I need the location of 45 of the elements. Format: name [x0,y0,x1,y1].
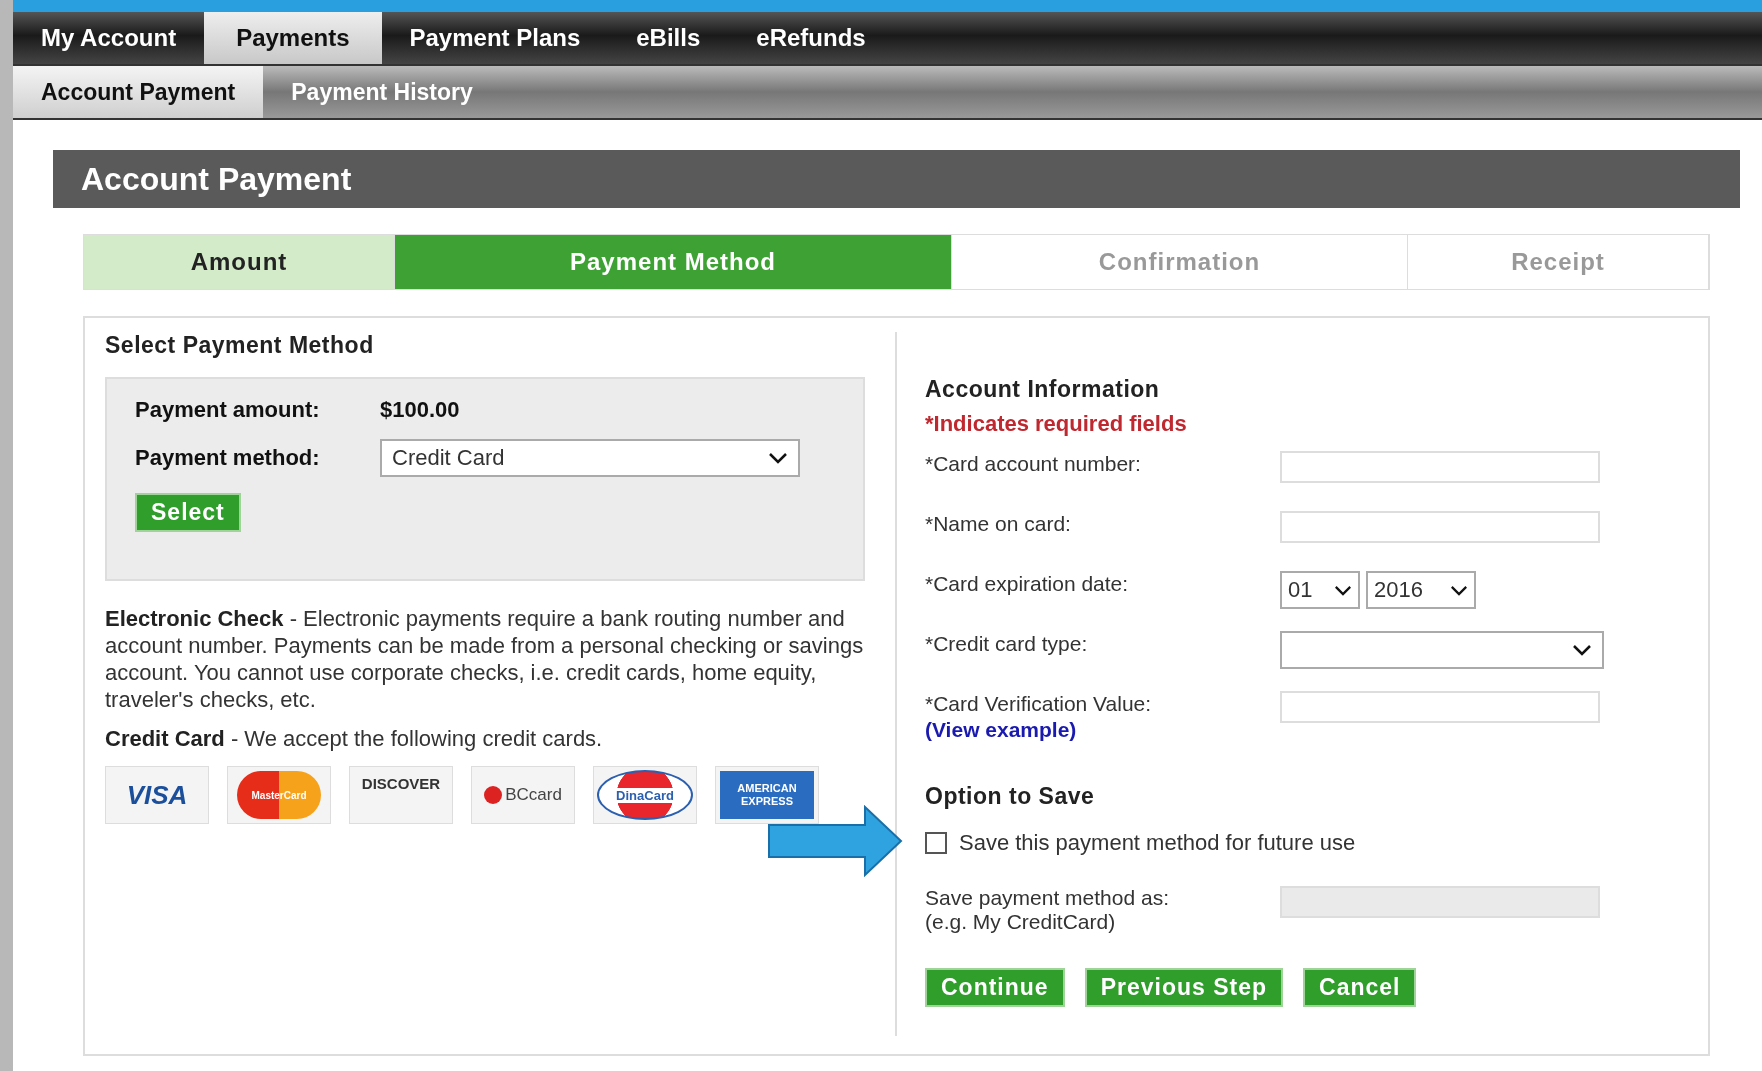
save-checkbox[interactable] [925,832,947,854]
section-title: Account Information [925,376,1161,403]
page-title: Account Payment [81,160,352,198]
card-logo: BCcard [471,766,575,824]
section-title: Option to Save [925,783,1096,810]
field-hint: (e.g. My CreditCard) [925,910,1117,934]
arrow-icon [767,805,903,877]
card-logo: AMERICAN EXPRESS [715,766,819,824]
card-logo: DinaCard [593,766,697,824]
amount-value: $100.00 [380,397,460,423]
field-label: *Card Verification Value: (View example) [925,691,1153,743]
card-logo: VISA [105,766,209,824]
card-logo: DISCOVER [349,766,453,824]
checkbox-label: Save this payment method for future use [959,830,1356,856]
payment-method-dropdown[interactable]: Credit Card [380,439,800,477]
section-title: Select Payment Method [105,332,375,359]
nav-tab[interactable]: eRefunds [728,12,894,64]
field-label: *Credit card type: [925,631,1089,657]
info-paragraph: Credit Card - We accept the following credit cards. [105,725,604,752]
field-label: *Name on card: [925,511,1072,537]
input-field[interactable] [1280,511,1600,543]
chevron-down-icon [768,452,788,464]
month-dropdown[interactable]: 01 [1280,571,1360,609]
nav-tab[interactable]: Payment Plans [381,12,609,64]
input-field[interactable] [1280,451,1600,483]
card-logo: MasterCard [227,766,331,824]
chevron-down-icon [1334,584,1352,596]
chevron-down-icon [1450,584,1468,596]
field-label: *Card expiration date: [925,571,1130,597]
input-field[interactable] [1280,691,1600,723]
nav-tab[interactable]: Payments [204,12,382,64]
nav-tab[interactable]: My Account [13,12,205,64]
required-note: *Indicates required fields [925,411,1188,437]
subnav-tab[interactable]: Account Payment [13,66,264,118]
card-type-dropdown[interactable] [1280,631,1604,669]
amount-label: Payment amount: [135,397,321,423]
chevron-down-icon [1572,644,1592,656]
subnav-tab[interactable]: Payment History [263,66,501,118]
info-paragraph: Electronic Check - Electronic payments require a bank routing number and account number. Payments can be made from a personal checking or savings account. You cannot use corporate checks, i.e. credit cards, home equity, traveler's checks, etc. [105,605,865,713]
view-example-link[interactable]: (View example) [925,717,1077,743]
nav-tab[interactable]: eBills [608,12,729,64]
year-dropdown[interactable]: 2016 [1366,571,1476,609]
field-label: *Card account number: [925,451,1142,477]
field-label: Save payment method as: [925,886,1170,910]
method-label: Payment method: [135,445,321,471]
